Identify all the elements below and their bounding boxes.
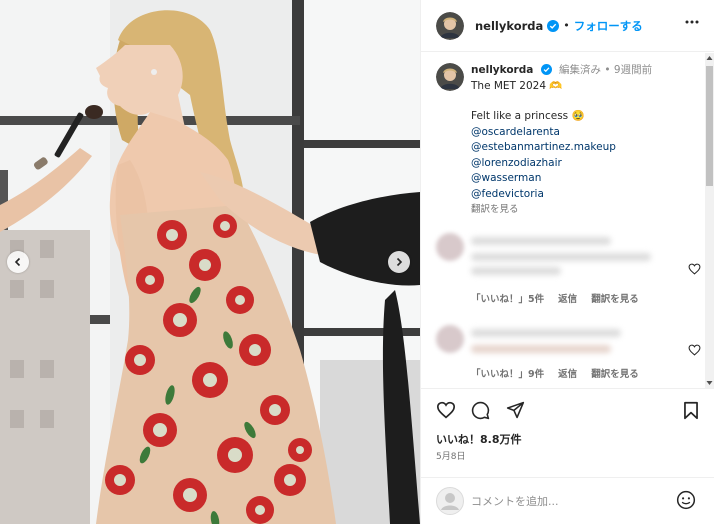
mention-link[interactable]: @fedevictoria	[471, 187, 701, 203]
scrollbar-thumb[interactable]	[706, 66, 713, 186]
mention-link[interactable]: @oscardelarenta	[471, 125, 701, 141]
translate-button[interactable]: 翻訳を見る	[591, 369, 639, 380]
bookmark-icon[interactable]	[683, 401, 699, 420]
caption-text: nellykorda 編集済み • 9週間前 The MET 2024 🫶 Fe…	[471, 63, 701, 218]
comments-scroll-area[interactable]: nellykorda 編集済み • 9週間前 The MET 2024 🫶 Fe…	[421, 53, 714, 388]
heart-icon[interactable]	[436, 401, 456, 419]
reply-button[interactable]: 返信	[558, 294, 577, 305]
likes-count[interactable]: いいね！8.8万件	[436, 431, 522, 447]
photo-image	[0, 0, 420, 524]
caption-title: The MET 2024 🫶	[471, 79, 563, 92]
comment-likes[interactable]: 「いいね！」9件	[471, 369, 544, 380]
emoji-icon[interactable]	[676, 490, 696, 510]
verified-icon	[540, 64, 552, 75]
scrollbar[interactable]	[705, 53, 714, 388]
reply-button[interactable]: 返信	[558, 369, 577, 380]
comment-input[interactable]	[471, 492, 661, 510]
comment-actions: 「いいね！」5件 返信 翻訳を見る	[471, 291, 650, 305]
comment-blurred-text	[471, 237, 611, 245]
see-translation-link[interactable]: 翻訳を見る	[471, 202, 701, 218]
comment-blurred-text	[471, 253, 651, 261]
heart-icon[interactable]	[688, 344, 701, 356]
scroll-up-icon[interactable]	[706, 55, 713, 61]
post-dialog: nellykorda • フォローする nellykorda 編集済み • 9週…	[0, 0, 714, 524]
translate-button[interactable]: 翻訳を見る	[591, 294, 639, 305]
share-icon[interactable]	[506, 401, 525, 419]
post-photo[interactable]	[0, 0, 420, 524]
post-header: nellykorda • フォローする	[421, 0, 714, 52]
mention-link[interactable]: @estebanmartinez.makeup	[471, 140, 701, 156]
post-username[interactable]: nellykorda	[475, 19, 543, 33]
mention-link[interactable]: @lorenzodiazhair	[471, 156, 701, 172]
mention-link[interactable]: @wasserman	[471, 171, 701, 187]
more-icon[interactable]	[685, 20, 699, 24]
separator: •	[604, 64, 611, 76]
chevron-left-icon	[14, 257, 21, 267]
caption-username[interactable]: nellykorda	[471, 64, 533, 76]
follow-button[interactable]: フォローする	[574, 18, 643, 34]
chevron-right-icon	[396, 257, 403, 267]
add-comment-bar	[421, 477, 714, 524]
carousel-next-button[interactable]	[388, 251, 410, 273]
comment-avatar[interactable]	[436, 325, 464, 353]
comment-likes[interactable]: 「いいね！」5件	[471, 294, 544, 305]
user-avatar-icon	[436, 487, 464, 515]
comment-avatar[interactable]	[436, 233, 464, 261]
header-separator: •	[563, 19, 570, 32]
carousel-prev-button[interactable]	[7, 251, 29, 273]
avatar-image	[436, 11, 464, 40]
time-ago: 9週間前	[613, 64, 653, 76]
caption-avatar[interactable]	[436, 63, 464, 91]
avatar[interactable]	[436, 11, 464, 40]
edited-label: 編集済み	[559, 64, 602, 76]
verified-icon	[547, 19, 560, 32]
comment-blurred-text	[471, 345, 611, 353]
comment-actions: 「いいね！」9件 返信 翻訳を見る	[471, 366, 650, 380]
scroll-down-icon[interactable]	[706, 380, 713, 386]
heart-icon[interactable]	[688, 263, 701, 275]
comment-item: 「いいね！」9件 返信 翻訳を見る	[436, 325, 701, 385]
comment-blurred-text	[471, 329, 621, 337]
post-actions: いいね！8.8万件 5月8日	[421, 388, 714, 476]
avatar-image	[436, 63, 464, 91]
comment-icon[interactable]	[471, 401, 490, 420]
comment-blurred-text	[471, 267, 561, 275]
caption-line: Felt like a princess 🥹	[471, 110, 585, 122]
post-date: 5月8日	[436, 452, 466, 462]
post-side-panel: nellykorda • フォローする nellykorda 編集済み • 9週…	[420, 0, 714, 524]
comment-item: 「いいね！」5件 返信 翻訳を見る	[436, 233, 701, 305]
